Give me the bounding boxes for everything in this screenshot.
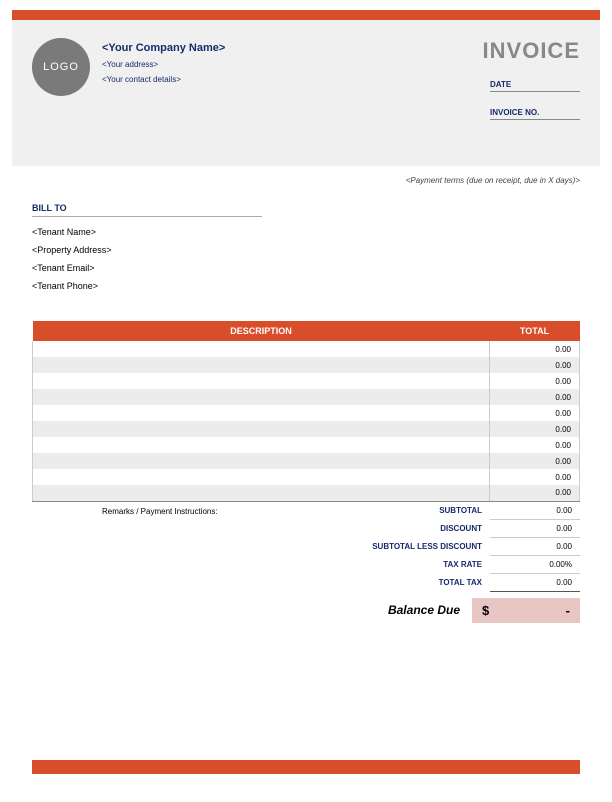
- table-header-row: DESCRIPTION TOTAL: [33, 321, 580, 341]
- company-address: <Your address>: [102, 60, 225, 69]
- summary-discount-row: DISCOUNT 0.00: [320, 519, 580, 537]
- table-row: 0.00: [33, 373, 580, 389]
- invoice-date-label: DATE: [490, 80, 580, 92]
- line-items-table: DESCRIPTION TOTAL 0.000.000.000.000.000.…: [32, 321, 580, 502]
- totaltax-label: TOTAL TAX: [320, 573, 490, 591]
- invoice-number-label: INVOICE NO.: [490, 108, 580, 120]
- company-info: <Your Company Name> <Your address> <Your…: [102, 38, 225, 136]
- bill-to-section: BILL TO <Tenant Name> <Property Address>…: [32, 203, 580, 291]
- row-total: 0.00: [490, 421, 580, 437]
- summary-totaltax-row: TOTAL TAX 0.00: [320, 573, 580, 591]
- balance-amount: -: [566, 603, 570, 618]
- table-row: 0.00: [33, 453, 580, 469]
- company-contact: <Your contact details>: [102, 75, 225, 84]
- summary-section: Remarks / Payment Instructions: SUBTOTAL…: [32, 502, 580, 592]
- remarks-label: Remarks / Payment Instructions:: [32, 502, 320, 592]
- row-total: 0.00: [490, 453, 580, 469]
- balance-row: Balance Due $ -: [32, 598, 580, 623]
- bill-to-label: BILL TO: [32, 203, 262, 217]
- summary-subtotal-less-row: SUBTOTAL LESS DISCOUNT 0.00: [320, 537, 580, 555]
- row-description: [33, 357, 490, 373]
- logo-placeholder: LOGO: [32, 38, 90, 96]
- table-row: 0.00: [33, 437, 580, 453]
- taxrate-label: TAX RATE: [320, 555, 490, 573]
- header-left: LOGO <Your Company Name> <Your address> …: [32, 38, 225, 136]
- table-row: 0.00: [33, 421, 580, 437]
- table-row: 0.00: [33, 405, 580, 421]
- summary-subtotal-row: SUBTOTAL 0.00: [320, 502, 580, 520]
- header-section: LOGO <Your Company Name> <Your address> …: [12, 20, 600, 166]
- tenant-email: <Tenant Email>: [32, 263, 580, 273]
- subtotal-less-label: SUBTOTAL LESS DISCOUNT: [320, 537, 490, 555]
- row-description: [33, 341, 490, 357]
- row-description: [33, 469, 490, 485]
- table-row: 0.00: [33, 357, 580, 373]
- payment-terms: <Payment terms (due on receipt, due in X…: [0, 176, 580, 185]
- row-total: 0.00: [490, 389, 580, 405]
- row-description: [33, 485, 490, 501]
- top-accent-bar: [12, 10, 600, 20]
- balance-currency: $: [482, 603, 489, 618]
- discount-label: DISCOUNT: [320, 519, 490, 537]
- row-description: [33, 453, 490, 469]
- taxrate-value: 0.00%: [490, 555, 580, 573]
- tenant-name: <Tenant Name>: [32, 227, 580, 237]
- summary-taxrate-row: TAX RATE 0.00%: [320, 555, 580, 573]
- subtotal-value: 0.00: [490, 502, 580, 520]
- row-total: 0.00: [490, 437, 580, 453]
- row-total: 0.00: [490, 341, 580, 357]
- row-description: [33, 405, 490, 421]
- row-total: 0.00: [490, 405, 580, 421]
- subtotal-label: SUBTOTAL: [320, 502, 490, 520]
- row-total: 0.00: [490, 469, 580, 485]
- row-total: 0.00: [490, 357, 580, 373]
- table-row: 0.00: [33, 341, 580, 357]
- invoice-title: INVOICE: [483, 38, 580, 64]
- summary-table: SUBTOTAL 0.00 DISCOUNT 0.00 SUBTOTAL LES…: [320, 502, 580, 592]
- table-row: 0.00: [33, 469, 580, 485]
- subtotal-less-value: 0.00: [490, 537, 580, 555]
- header-description: DESCRIPTION: [33, 321, 490, 341]
- balance-due-value: $ -: [472, 598, 580, 623]
- row-total: 0.00: [490, 485, 580, 501]
- row-description: [33, 437, 490, 453]
- balance-due-label: Balance Due: [388, 603, 472, 617]
- discount-value: 0.00: [490, 519, 580, 537]
- totaltax-value: 0.00: [490, 573, 580, 591]
- table-row: 0.00: [33, 389, 580, 405]
- table-row: 0.00: [33, 485, 580, 501]
- property-address: <Property Address>: [32, 245, 580, 255]
- tenant-phone: <Tenant Phone>: [32, 281, 580, 291]
- company-name: <Your Company Name>: [102, 42, 225, 54]
- row-total: 0.00: [490, 373, 580, 389]
- row-description: [33, 421, 490, 437]
- row-description: [33, 373, 490, 389]
- header-total: TOTAL: [490, 321, 580, 341]
- bottom-accent-bar: [32, 760, 580, 774]
- header-right: INVOICE DATE INVOICE NO.: [483, 38, 580, 136]
- row-description: [33, 389, 490, 405]
